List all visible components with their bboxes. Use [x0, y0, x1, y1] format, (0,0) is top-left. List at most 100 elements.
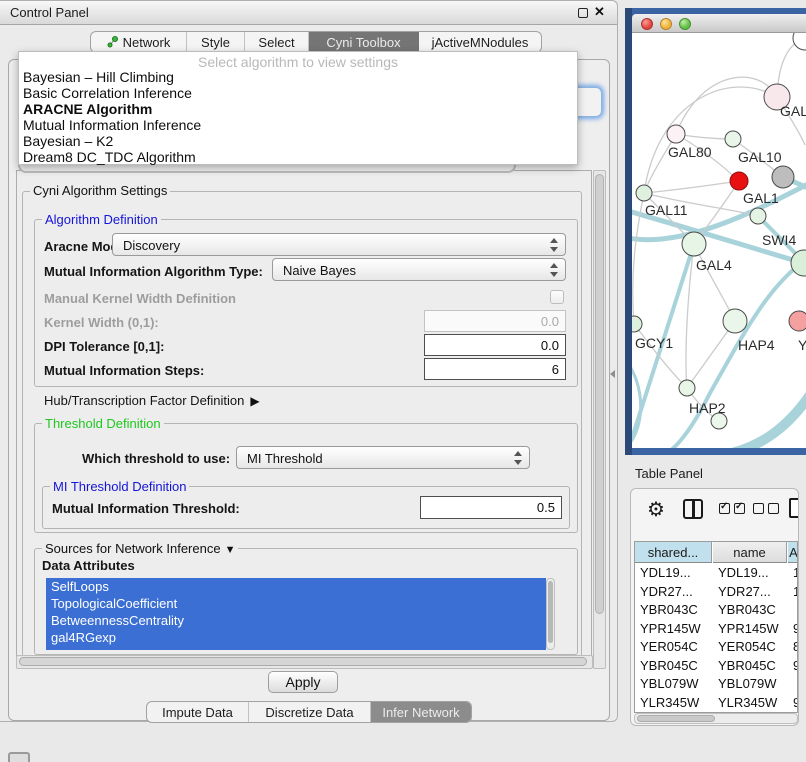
algorithm-dropdown-popup: Select algorithm to view settings Bayesi…	[18, 51, 578, 165]
tab-style[interactable]: Style	[187, 32, 245, 52]
which-threshold-value: MI Threshold	[247, 451, 323, 466]
cell-shared-name: YBR045C	[635, 657, 712, 676]
deselect-all-checkbox-icon[interactable]	[768, 503, 779, 514]
tab-cyni-toolbox-label: Cyni Toolbox	[326, 35, 400, 50]
cell-shared-name: YLR345W	[635, 694, 712, 713]
network-window-titlebar[interactable]	[632, 14, 806, 33]
table-row[interactable]: YBR045C YBR045C 9.	[635, 657, 797, 676]
settings-vertical-scrollbar[interactable]	[593, 170, 606, 669]
node-label-gal80: GAL80	[668, 144, 712, 160]
node-label-hap2: HAP2	[689, 400, 726, 416]
tab-cyni-toolbox[interactable]: Cyni Toolbox	[309, 32, 419, 52]
table-row[interactable]: YPR145W YPR145W 9.	[635, 620, 797, 639]
node-attribute-table: shared... name A YDL19... YDL19... 13 YD…	[634, 541, 798, 713]
table-row[interactable]: YER054C YER054C 8.	[635, 638, 797, 657]
node-label-gal11: GAL11	[645, 202, 688, 218]
apply-button[interactable]: Apply	[268, 671, 338, 693]
table-row[interactable]: YLR345W YLR345W 9.	[635, 694, 797, 713]
document-icon[interactable]	[789, 498, 799, 518]
attribute-item[interactable]: TopologicalCoefficient	[46, 595, 546, 612]
column-header-cut[interactable]: A	[788, 542, 798, 563]
tab-infer-network-label: Infer Network	[382, 705, 459, 720]
zoom-traffic-light-icon[interactable]	[679, 18, 691, 30]
tab-jactivemnodules[interactable]: jActiveMNodules	[419, 32, 541, 52]
select-all-checkbox-icon[interactable]	[719, 503, 730, 514]
combo-stepper-icon	[513, 451, 522, 465]
table-row[interactable]: YBL079W YBL079W	[635, 675, 797, 694]
attributes-scrollbar[interactable]	[546, 578, 555, 650]
table-row[interactable]: YDL19... YDL19... 13	[635, 564, 797, 583]
tab-network[interactable]: Network	[91, 32, 187, 52]
float-window-icon[interactable]	[578, 8, 588, 18]
panel-splitter-handle[interactable]	[610, 368, 616, 378]
column-header-shared-name[interactable]: shared...	[635, 542, 712, 563]
mi-algorithm-type-value: Naive Bayes	[283, 263, 356, 278]
tab-select[interactable]: Select	[245, 32, 309, 52]
algorithm-option-selected[interactable]: ARACNE Algorithm	[23, 101, 152, 117]
node-label-hap4: HAP4	[738, 337, 775, 353]
settings-horizontal-scrollbar[interactable]	[16, 655, 593, 669]
select-all-checkbox-icon[interactable]	[734, 503, 745, 514]
attribute-item[interactable]: gal4RGexp	[46, 629, 546, 646]
sources-header[interactable]: Sources for Network Inference ▼	[42, 541, 238, 556]
deselect-all-checkbox-icon[interactable]	[753, 503, 764, 514]
tab-discretize-data[interactable]: Discretize Data	[249, 702, 371, 722]
algorithm-option[interactable]: Mutual Information Inference	[23, 117, 201, 133]
attribute-item[interactable]: SelfLoops	[46, 578, 546, 595]
bottom-left-panel-fragment	[8, 752, 30, 762]
column-header-name[interactable]: name	[713, 542, 787, 563]
cell-shared-name: YDL19...	[635, 564, 712, 583]
cell-shared-name: YPR145W	[635, 620, 712, 639]
manual-kernel-width-checkbox[interactable]	[550, 290, 564, 304]
attribute-item[interactable]: BetweennessCentrality	[46, 612, 546, 629]
network-canvas[interactable]: GAL80 GAL10 GAL1 GAL11 SWI4 GAL4 GCY1 HA…	[632, 33, 806, 448]
control-panel-title: Control Panel	[10, 5, 89, 20]
table-row[interactable]: YDR27... YDR27... 12	[635, 583, 797, 602]
mi-algorithm-type-combobox[interactable]: Naive Bayes	[272, 258, 566, 281]
algorithm-option[interactable]: Basic Correlation Inference	[23, 85, 192, 101]
tab-style-label: Style	[201, 35, 230, 50]
algorithm-option[interactable]: Bayesian – Hill Climbing	[23, 69, 174, 85]
cyni-algorithm-settings-title: Cyni Algorithm Settings	[30, 183, 170, 198]
mi-steps-field[interactable]: 6	[424, 358, 566, 380]
close-icon[interactable]: ✕	[594, 4, 605, 20]
gear-icon[interactable]: ⚙	[647, 497, 665, 522]
tab-network-label: Network	[123, 35, 171, 50]
node-label-gal1: GAL1	[743, 190, 779, 206]
expanded-arrow-icon: ▼	[225, 544, 236, 556]
cell-name: YER054C	[713, 638, 787, 657]
node-label-gcy1: GCY1	[635, 335, 673, 351]
mi-threshold-definition-title: MI Threshold Definition	[50, 479, 189, 494]
column-layout-icon[interactable]	[683, 499, 703, 519]
kernel-width-field[interactable]: 0.0	[424, 310, 566, 332]
mutual-information-threshold-field[interactable]: 0.5	[420, 496, 562, 519]
cell-name: YBL079W	[713, 675, 787, 694]
close-traffic-light-icon[interactable]	[641, 18, 653, 30]
mi-steps-label: Mutual Information Steps:	[44, 363, 204, 378]
minimize-traffic-light-icon[interactable]	[660, 18, 672, 30]
algorithm-option[interactable]: Bayesian – K2	[23, 133, 113, 149]
aracne-mode-combobox[interactable]: Discovery	[112, 233, 566, 256]
cell-value: 9.	[788, 694, 798, 713]
tab-infer-network[interactable]: Infer Network	[371, 702, 471, 722]
algorithm-placeholder: Select algorithm to view settings	[19, 54, 577, 70]
cell-name: YDL19...	[713, 564, 787, 583]
mi-algorithm-type-label: Mutual Information Algorithm Type:	[44, 264, 263, 279]
tab-jactivemnodules-label: jActiveMNodules	[432, 35, 529, 50]
algorithm-option[interactable]: Dream8 DC_TDC Algorithm	[23, 149, 196, 165]
dpi-tolerance-field[interactable]: 0.0	[424, 334, 566, 356]
cell-shared-name: YER054C	[635, 638, 712, 657]
cell-value: 12	[788, 583, 798, 602]
which-threshold-combobox[interactable]: MI Threshold	[236, 446, 530, 469]
hub-definition-header[interactable]: Hub/Transcription Factor Definition▶	[44, 393, 260, 408]
attribute-item-partial[interactable]	[46, 646, 546, 650]
tab-impute-data[interactable]: Impute Data	[147, 702, 249, 722]
sources-title: Sources for Network Inference	[45, 541, 221, 556]
cell-shared-name: YDR27...	[635, 583, 712, 602]
cell-value	[788, 601, 798, 620]
table-row[interactable]: YBR043C YBR043C	[635, 601, 797, 620]
cell-name: YBR045C	[713, 657, 787, 676]
table-horizontal-scrollbar[interactable]	[634, 713, 798, 724]
table-panel-title: Table Panel	[635, 466, 703, 481]
manual-kernel-width-label: Manual Kernel Width Definition	[44, 291, 236, 306]
